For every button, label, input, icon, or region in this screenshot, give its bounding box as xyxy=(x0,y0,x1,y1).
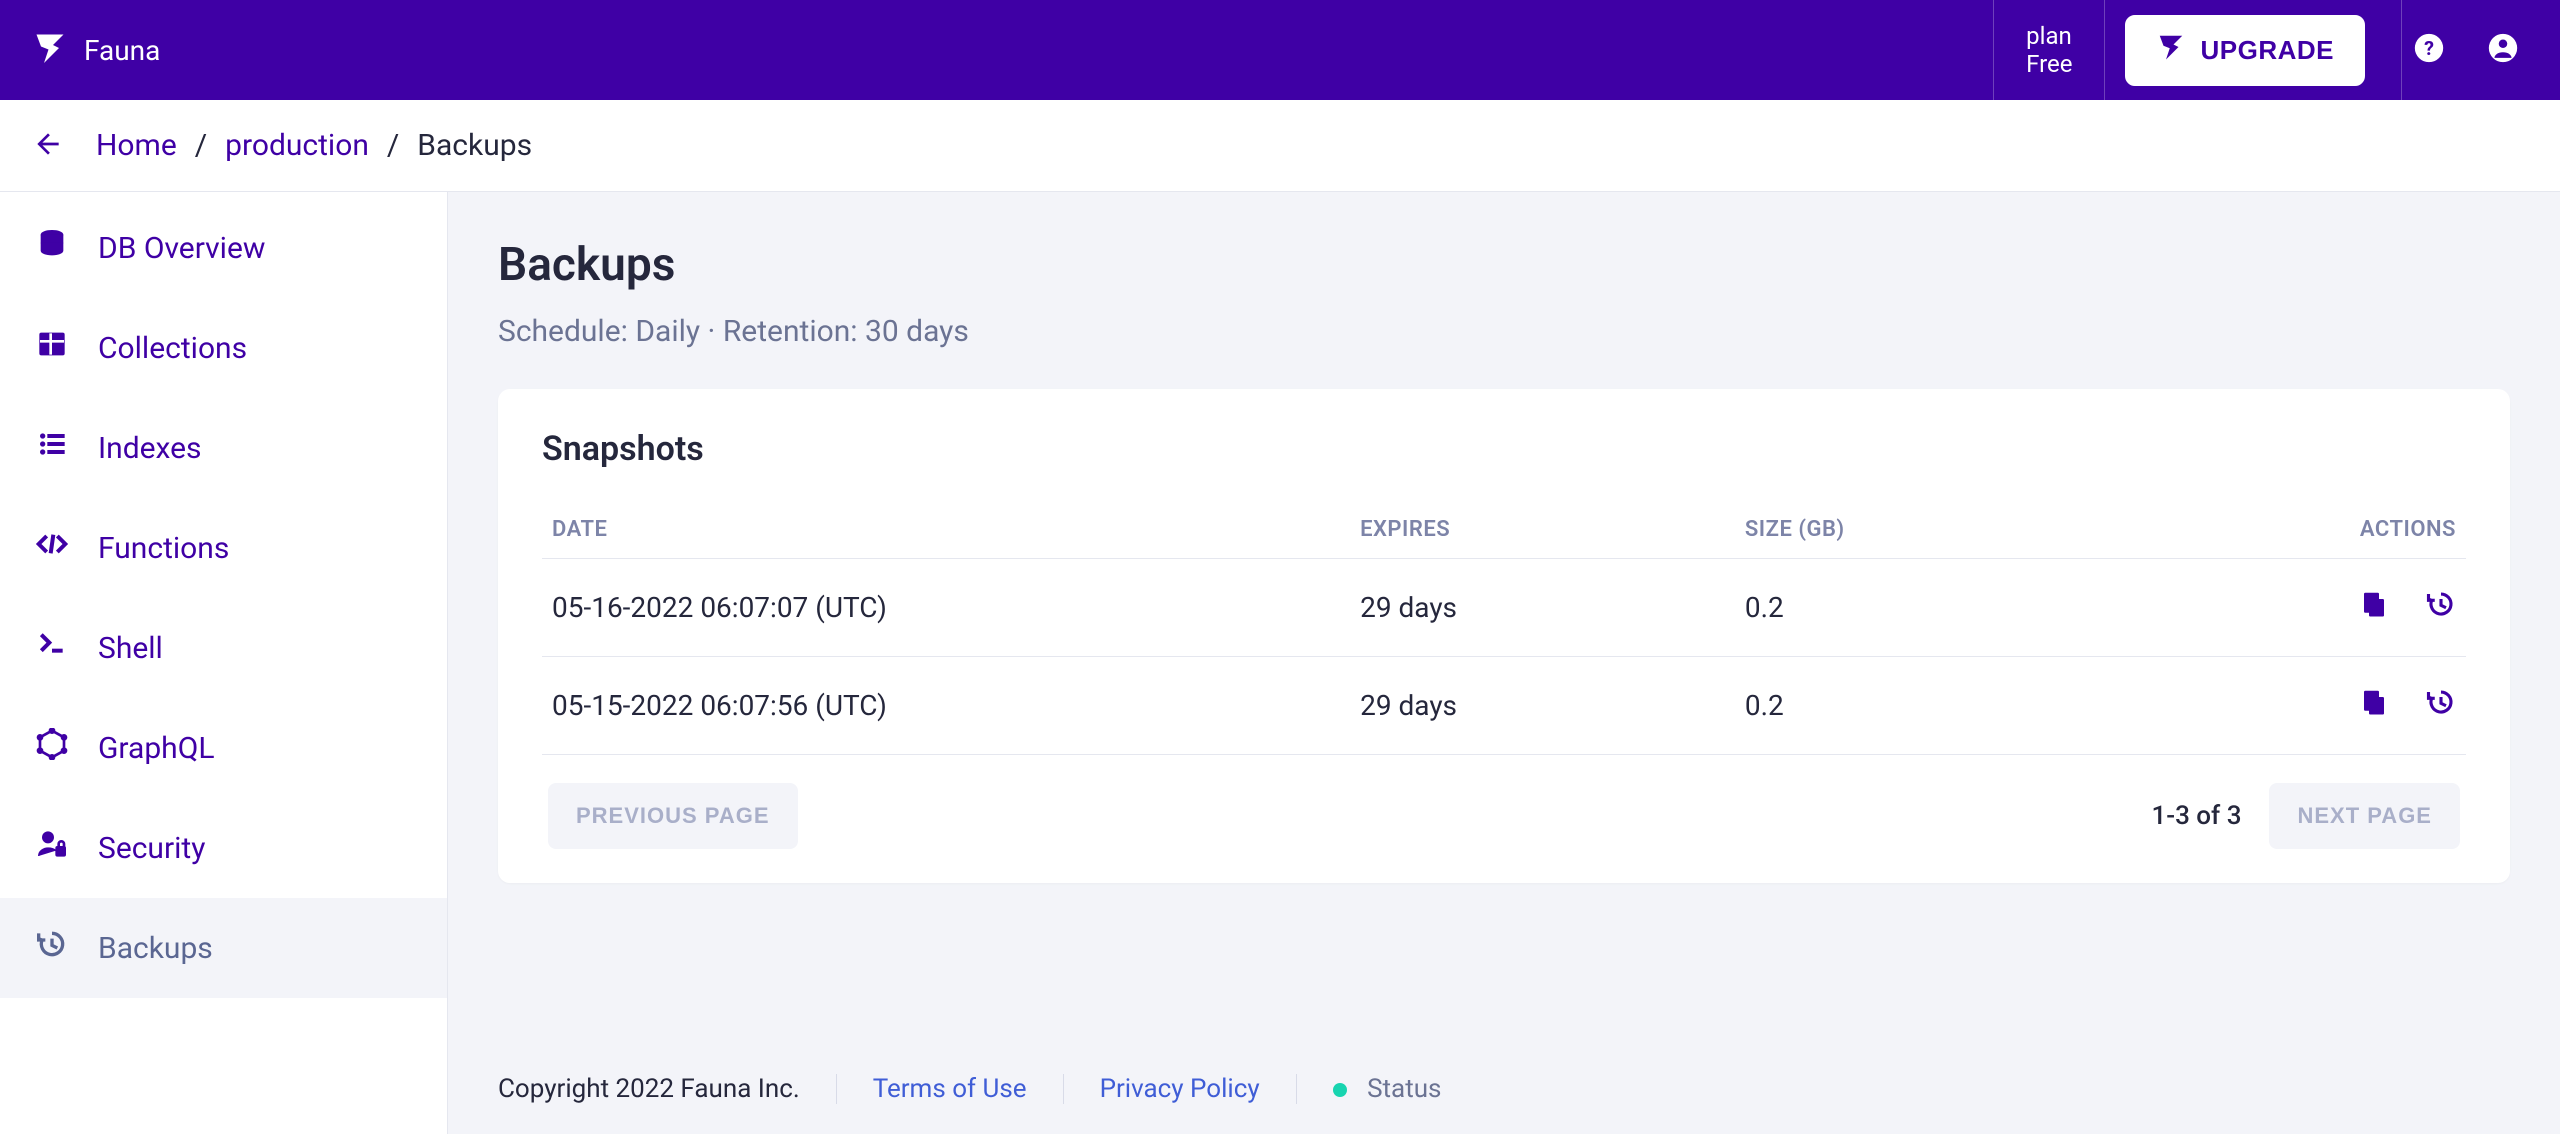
database-icon xyxy=(36,228,68,268)
snapshots-card: Snapshots DATE EXPIRES SIZE (GB) ACTIONS… xyxy=(498,389,2510,883)
plan-label: plan xyxy=(2026,22,2072,50)
restore-icon[interactable] xyxy=(2426,589,2456,619)
pager: PREVIOUS PAGE 1-3 of 3 NEXT PAGE xyxy=(542,755,2466,859)
breadcrumb-bar: Home / production / Backups xyxy=(0,100,2560,192)
sidebar-item-functions[interactable]: Functions xyxy=(0,498,447,598)
help-icon[interactable]: ? xyxy=(2412,31,2446,69)
footer-copyright: Copyright 2022 Fauna Inc. xyxy=(498,1074,800,1104)
restore-icon[interactable] xyxy=(2426,687,2456,717)
graphql-icon xyxy=(36,728,68,768)
col-size: SIZE (GB) xyxy=(1735,501,2120,559)
brand-name: Fauna xyxy=(84,34,160,67)
sidebar-item-label: Collections xyxy=(98,331,247,366)
account-icon[interactable] xyxy=(2486,31,2520,69)
page-info: 1-3 of 3 xyxy=(2151,801,2241,831)
upgrade-button[interactable]: UPGRADE xyxy=(2125,15,2365,86)
fauna-logo-icon xyxy=(32,30,68,70)
table-icon xyxy=(36,328,68,368)
breadcrumb-home[interactable]: Home xyxy=(96,128,177,163)
footer-divider xyxy=(1296,1074,1297,1104)
cell-size: 0.2 xyxy=(1735,559,2120,657)
next-page-button[interactable]: NEXT PAGE xyxy=(2269,783,2460,849)
page-title: Backups xyxy=(498,238,2510,292)
footer-privacy-link[interactable]: Privacy Policy xyxy=(1100,1074,1260,1104)
sidebar-item-collections[interactable]: Collections xyxy=(0,298,447,398)
breadcrumb-separator: / xyxy=(387,128,399,163)
sidebar-item-label: GraphQL xyxy=(98,731,215,766)
sidebar-item-label: Shell xyxy=(98,631,163,666)
plan-info: plan Free xyxy=(1993,0,2105,100)
page-subtitle: Schedule: Daily · Retention: 30 days xyxy=(498,314,2510,349)
breadcrumb-current: Backups xyxy=(417,128,532,163)
user-lock-icon xyxy=(36,828,68,868)
main-layout: DB Overview Collections Indexes Function… xyxy=(0,192,2560,1134)
back-arrow-icon[interactable] xyxy=(32,128,64,164)
history-icon xyxy=(36,928,68,968)
cell-expires: 29 days xyxy=(1350,559,1735,657)
code-icon xyxy=(36,528,68,568)
table-row: 05-15-2022 06:07:56 (UTC) 29 days 0.2 xyxy=(542,657,2466,755)
top-header: Fauna plan Free UPGRADE ? xyxy=(0,0,2560,100)
footer-terms-link[interactable]: Terms of Use xyxy=(873,1074,1027,1104)
cell-date: 05-15-2022 06:07:56 (UTC) xyxy=(542,657,1350,755)
upgrade-label: UPGRADE xyxy=(2200,35,2334,66)
sidebar-item-label: Indexes xyxy=(98,431,202,466)
footer-divider xyxy=(1063,1074,1064,1104)
svg-text:?: ? xyxy=(2424,37,2434,60)
sidebar-item-label: Functions xyxy=(98,531,229,566)
col-expires: EXPIRES xyxy=(1350,501,1735,559)
main-content: Backups Schedule: Daily · Retention: 30 … xyxy=(448,192,2560,1134)
brand-area: Fauna xyxy=(32,30,160,70)
sidebar-item-security[interactable]: Security xyxy=(0,798,447,898)
list-icon xyxy=(36,428,68,468)
status-label: Status xyxy=(1367,1074,1441,1104)
cell-size: 0.2 xyxy=(1735,657,2120,755)
topbar-action-icons: ? xyxy=(2401,0,2560,100)
snapshots-table: DATE EXPIRES SIZE (GB) ACTIONS 05-16-202… xyxy=(542,501,2466,755)
sidebar-item-indexes[interactable]: Indexes xyxy=(0,398,447,498)
copy-icon[interactable] xyxy=(2359,589,2389,619)
sidebar: DB Overview Collections Indexes Function… xyxy=(0,192,448,1134)
breadcrumb-db[interactable]: production xyxy=(225,128,369,163)
footer-divider xyxy=(836,1074,837,1104)
col-date: DATE xyxy=(542,501,1350,559)
snapshots-title: Snapshots xyxy=(542,429,2466,469)
breadcrumb-separator: / xyxy=(195,128,207,163)
fauna-bird-icon xyxy=(2156,32,2186,69)
cell-actions xyxy=(2120,657,2466,755)
plan-value: Free xyxy=(2026,50,2072,78)
status-indicator[interactable]: Status xyxy=(1333,1074,1442,1104)
sidebar-item-shell[interactable]: Shell xyxy=(0,598,447,698)
cell-actions xyxy=(2120,559,2466,657)
sidebar-item-label: DB Overview xyxy=(98,231,265,266)
previous-page-button[interactable]: PREVIOUS PAGE xyxy=(548,783,798,849)
status-dot-icon xyxy=(1333,1083,1347,1097)
footer: Copyright 2022 Fauna Inc. Terms of Use P… xyxy=(498,1040,2510,1134)
sidebar-item-db-overview[interactable]: DB Overview xyxy=(0,198,447,298)
cell-expires: 29 days xyxy=(1350,657,1735,755)
sidebar-item-label: Backups xyxy=(98,931,213,966)
table-row: 05-16-2022 06:07:07 (UTC) 29 days 0.2 xyxy=(542,559,2466,657)
sidebar-item-label: Security xyxy=(98,831,205,866)
terminal-icon xyxy=(36,628,68,668)
copy-icon[interactable] xyxy=(2359,687,2389,717)
breadcrumb: Home / production / Backups xyxy=(96,128,532,163)
sidebar-item-graphql[interactable]: GraphQL xyxy=(0,698,447,798)
top-right-tools: plan Free UPGRADE ? xyxy=(1993,0,2560,100)
sidebar-item-backups[interactable]: Backups xyxy=(0,898,447,998)
cell-date: 05-16-2022 06:07:07 (UTC) xyxy=(542,559,1350,657)
col-actions: ACTIONS xyxy=(2120,501,2466,559)
